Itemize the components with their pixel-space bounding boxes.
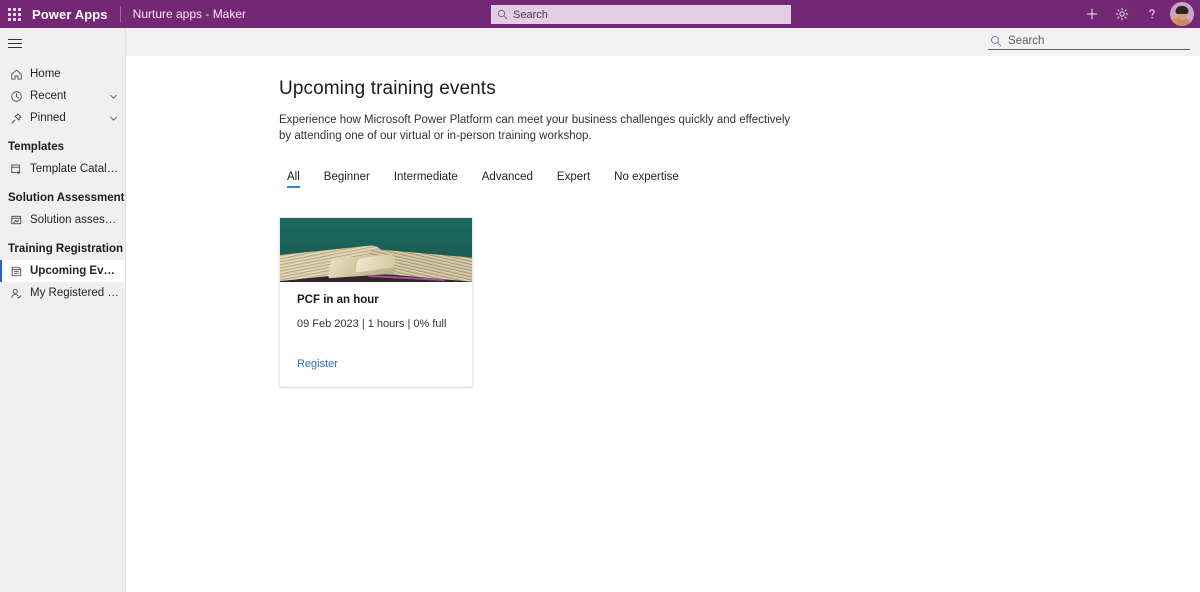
upcoming-events-icon <box>8 265 24 278</box>
event-card-meta: 09 Feb 2023 | 1 hours | 0% full <box>297 318 447 330</box>
home-icon <box>8 68 24 81</box>
tab-all[interactable]: All <box>279 171 312 188</box>
tab-intermediate[interactable]: Intermediate <box>382 171 470 188</box>
app-launcher-icon[interactable] <box>0 0 28 28</box>
sidebar-group-title-templates: Templates <box>8 141 65 153</box>
header-search-placeholder: Search <box>513 8 548 21</box>
sidebar-item-label: Home <box>30 68 61 80</box>
search-placeholder: Search <box>1008 34 1045 47</box>
clock-icon <box>8 90 24 103</box>
sidebar-item-upcoming-events[interactable]: Upcoming Events <box>0 260 125 282</box>
sidebar-group-title-training-registration: Training Registration <box>8 243 124 255</box>
page-description: Experience how Microsoft Power Platform … <box>279 114 791 142</box>
event-card-list: PCF in an hour 09 Feb 2023 | 1 hours | 0… <box>279 217 1200 387</box>
avatar[interactable] <box>1170 2 1194 26</box>
tab-no-expertise[interactable]: No expertise <box>602 171 691 188</box>
content-pane: Upcoming training events Experience how … <box>126 56 1200 592</box>
sidebar-item-label: Solution assessment <box>30 214 119 226</box>
event-card-body: PCF in an hour 09 Feb 2023 | 1 hours | 0… <box>280 282 472 386</box>
header-search-input[interactable]: Search <box>491 5 791 24</box>
sidebar-item-my-registered-events[interactable]: My Registered Events <box>0 282 125 304</box>
gear-icon[interactable] <box>1108 0 1136 28</box>
sidebar-item-label: Template Catalog <box>30 163 119 175</box>
menu-toggle-icon[interactable] <box>0 28 125 58</box>
sidebar-item-template-catalog[interactable]: Template Catalog <box>0 158 125 180</box>
sidebar-item-label: Pinned <box>30 112 66 124</box>
sidebar-item-solution-assessment[interactable]: Solution assessment <box>0 209 125 231</box>
hamburger-bars <box>8 36 22 51</box>
event-card-title: PCF in an hour <box>297 294 379 306</box>
app-root: Power Apps Nurture apps - Maker Search H… <box>0 0 1200 592</box>
main-area: Search Upcoming training events Experien… <box>126 28 1200 592</box>
registered-events-icon <box>8 287 24 300</box>
command-bar: Search <box>126 28 1200 56</box>
event-card[interactable]: PCF in an hour 09 Feb 2023 | 1 hours | 0… <box>279 217 473 387</box>
sidebar-item-pinned[interactable]: Pinned <box>0 107 125 129</box>
waffle-grid <box>7 7 21 21</box>
environment-name[interactable]: Nurture apps - Maker <box>133 7 246 21</box>
pin-icon <box>8 112 24 125</box>
solution-assessment-icon <box>8 214 24 227</box>
sidebar-item-label: My Registered Events <box>30 287 119 299</box>
top-header-bar: Power Apps Nurture apps - Maker Search <box>0 0 1200 28</box>
sidebar-group-title-solution-assessment: Solution Assessment <box>8 192 125 204</box>
chevron-down-icon[interactable] <box>108 113 119 124</box>
brand-divider <box>119 6 121 22</box>
search-icon <box>497 9 508 20</box>
search-input[interactable]: Search <box>988 35 1190 50</box>
sidebar-item-recent[interactable]: Recent <box>0 85 125 107</box>
page-title: Upcoming training events <box>279 78 496 99</box>
brand-title[interactable]: Power Apps <box>32 7 108 22</box>
help-icon[interactable] <box>1138 0 1166 28</box>
header-actions <box>1078 0 1196 28</box>
tab-beginner[interactable]: Beginner <box>312 171 382 188</box>
register-link[interactable]: Register <box>297 358 338 370</box>
tab-advanced[interactable]: Advanced <box>470 171 545 188</box>
tab-expert[interactable]: Expert <box>545 171 602 188</box>
sidebar-item-home[interactable]: Home <box>0 63 125 85</box>
avatar-hair <box>1175 6 1189 14</box>
sidebar-item-label: Recent <box>30 90 67 102</box>
sidebar: Home Recent Pinned Templates Template Ca… <box>0 28 126 592</box>
filter-tabs: All Beginner Intermediate Advanced Exper… <box>279 166 1200 188</box>
chevron-down-icon[interactable] <box>108 91 119 102</box>
search-icon <box>990 35 1002 47</box>
template-catalog-icon <box>8 163 24 176</box>
new-button[interactable] <box>1078 0 1106 28</box>
sidebar-item-label: Upcoming Events <box>30 265 119 277</box>
avatar-shirt <box>1171 18 1177 26</box>
body-split: Home Recent Pinned Templates Template Ca… <box>0 28 1200 592</box>
event-card-image <box>280 218 472 282</box>
